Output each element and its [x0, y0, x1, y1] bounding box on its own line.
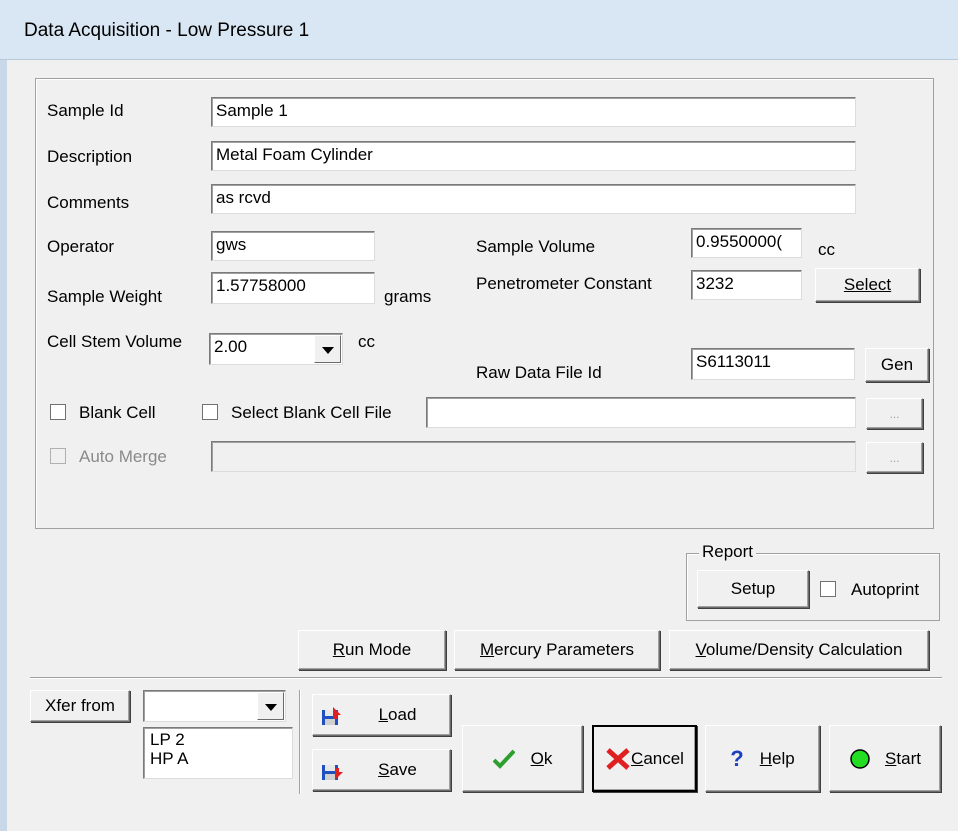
browse-blank-cell-file-button[interactable]: ...	[866, 398, 923, 429]
autoprint-checkbox[interactable]	[820, 581, 836, 597]
setup-button-label: Setup	[730, 579, 776, 598]
blank-cell-label: Blank Cell	[79, 403, 156, 422]
browse-auto-merge-label: ...	[889, 450, 900, 465]
sample-volume-unit: cc	[818, 240, 835, 259]
close-icon	[606, 747, 630, 770]
gen-button-label: Gen	[880, 355, 914, 374]
help-icon: ?	[730, 745, 744, 771]
select-blank-cell-file-checkbox[interactable]	[202, 404, 218, 420]
save-button[interactable]: Save	[312, 749, 451, 791]
operator-label: Operator	[47, 237, 115, 256]
chevron-down-icon	[322, 347, 334, 354]
window-border	[0, 60, 7, 831]
cell-stem-volume-value: 2.00	[214, 337, 248, 356]
xfer-dropdown-button[interactable]	[257, 692, 284, 720]
autoprint-label: Autoprint	[851, 580, 920, 599]
cell-stem-volume-label: Cell Stem Volume	[47, 332, 183, 351]
volume-density-calculation-button[interactable]: Volume/Density Calculation	[669, 630, 929, 670]
auto-merge-checkbox[interactable]	[50, 448, 66, 464]
raw-data-file-id-label: Raw Data File Id	[476, 363, 602, 382]
auto-merge-field[interactable]	[211, 441, 856, 472]
browse-auto-merge-button[interactable]: ...	[866, 442, 923, 473]
save-label: Save	[378, 760, 417, 779]
comments-field[interactable]: as rcvd	[211, 184, 856, 214]
run-mode-label: Run Mode	[332, 640, 412, 659]
select-blank-cell-file-label: Select Blank Cell File	[231, 403, 392, 422]
penetrometer-constant-label: Penetrometer Constant	[476, 274, 652, 293]
xfer-source-list[interactable]: LP 2 HP A	[143, 727, 293, 779]
start-label: Start	[885, 748, 921, 768]
cell-stem-volume-unit: cc	[358, 332, 375, 351]
report-group-label: Report	[699, 542, 757, 562]
chevron-down-icon	[265, 704, 277, 711]
sample-weight-label: Sample Weight	[47, 287, 162, 306]
ok-button[interactable]: Ok	[462, 725, 583, 792]
ok-label: Ok	[530, 748, 553, 768]
sample-weight-field[interactable]: 1.57758000	[211, 272, 375, 304]
penetrometer-constant-field[interactable]: 3232	[691, 270, 802, 300]
report-setup-button[interactable]: Setup	[697, 570, 809, 608]
green-circle-icon	[850, 748, 870, 769]
window-title: Data Acquisition - Low Pressure 1	[24, 20, 310, 41]
auto-merge-label: Auto Merge	[79, 447, 167, 466]
mercury-parameters-label: Mercury Parameters	[480, 640, 634, 659]
description-field[interactable]: Metal Foam Cylinder	[211, 141, 856, 171]
select-button-label: Select	[843, 275, 892, 294]
help-button[interactable]: ? Help	[705, 725, 820, 792]
sample-volume-label: Sample Volume	[476, 237, 596, 256]
description-label: Description	[47, 147, 133, 166]
operator-field[interactable]: gws	[211, 231, 375, 261]
run-mode-button[interactable]: Run Mode	[298, 630, 446, 670]
xfer-from-button[interactable]: Xfer from	[30, 690, 130, 722]
blank-cell-checkbox[interactable]	[50, 404, 66, 420]
load-label: Load	[378, 705, 417, 724]
bottom-separator	[30, 677, 942, 679]
cancel-button[interactable]: Cancel	[592, 725, 697, 792]
gen-button[interactable]: Gen	[865, 348, 929, 382]
sample-id-label: Sample Id	[47, 101, 124, 120]
list-item[interactable]: HP A	[150, 749, 292, 768]
title-bar[interactable]: Data Acquisition - Low Pressure 1	[0, 0, 958, 60]
raw-data-file-id-field[interactable]: S6113011	[691, 348, 855, 380]
cancel-label: Cancel	[631, 748, 684, 768]
floppy-load-icon	[322, 707, 341, 725]
sample-weight-unit: grams	[384, 287, 432, 306]
xfer-from-label: Xfer from	[45, 696, 115, 715]
sample-volume-field[interactable]: 0.9550000(	[691, 228, 802, 258]
comments-label: Comments	[47, 193, 130, 212]
floppy-save-icon	[322, 765, 343, 780]
volume-density-label: Volume/Density Calculation	[695, 640, 903, 659]
start-button[interactable]: Start	[829, 725, 941, 792]
blank-cell-file-field[interactable]	[426, 397, 856, 428]
select-penetrometer-button[interactable]: Select	[815, 268, 920, 302]
cell-stem-volume-dropdown-button[interactable]	[314, 335, 341, 363]
sample-id-field[interactable]: Sample 1	[211, 97, 856, 127]
help-label: Help	[759, 748, 795, 768]
browse-button-label: ...	[889, 406, 900, 421]
checkmark-icon	[492, 749, 515, 769]
bottom-vertical-separator	[299, 690, 301, 794]
load-button[interactable]: Load	[312, 694, 451, 736]
list-item[interactable]: LP 2	[150, 730, 292, 749]
mercury-parameters-button[interactable]: Mercury Parameters	[454, 630, 660, 670]
